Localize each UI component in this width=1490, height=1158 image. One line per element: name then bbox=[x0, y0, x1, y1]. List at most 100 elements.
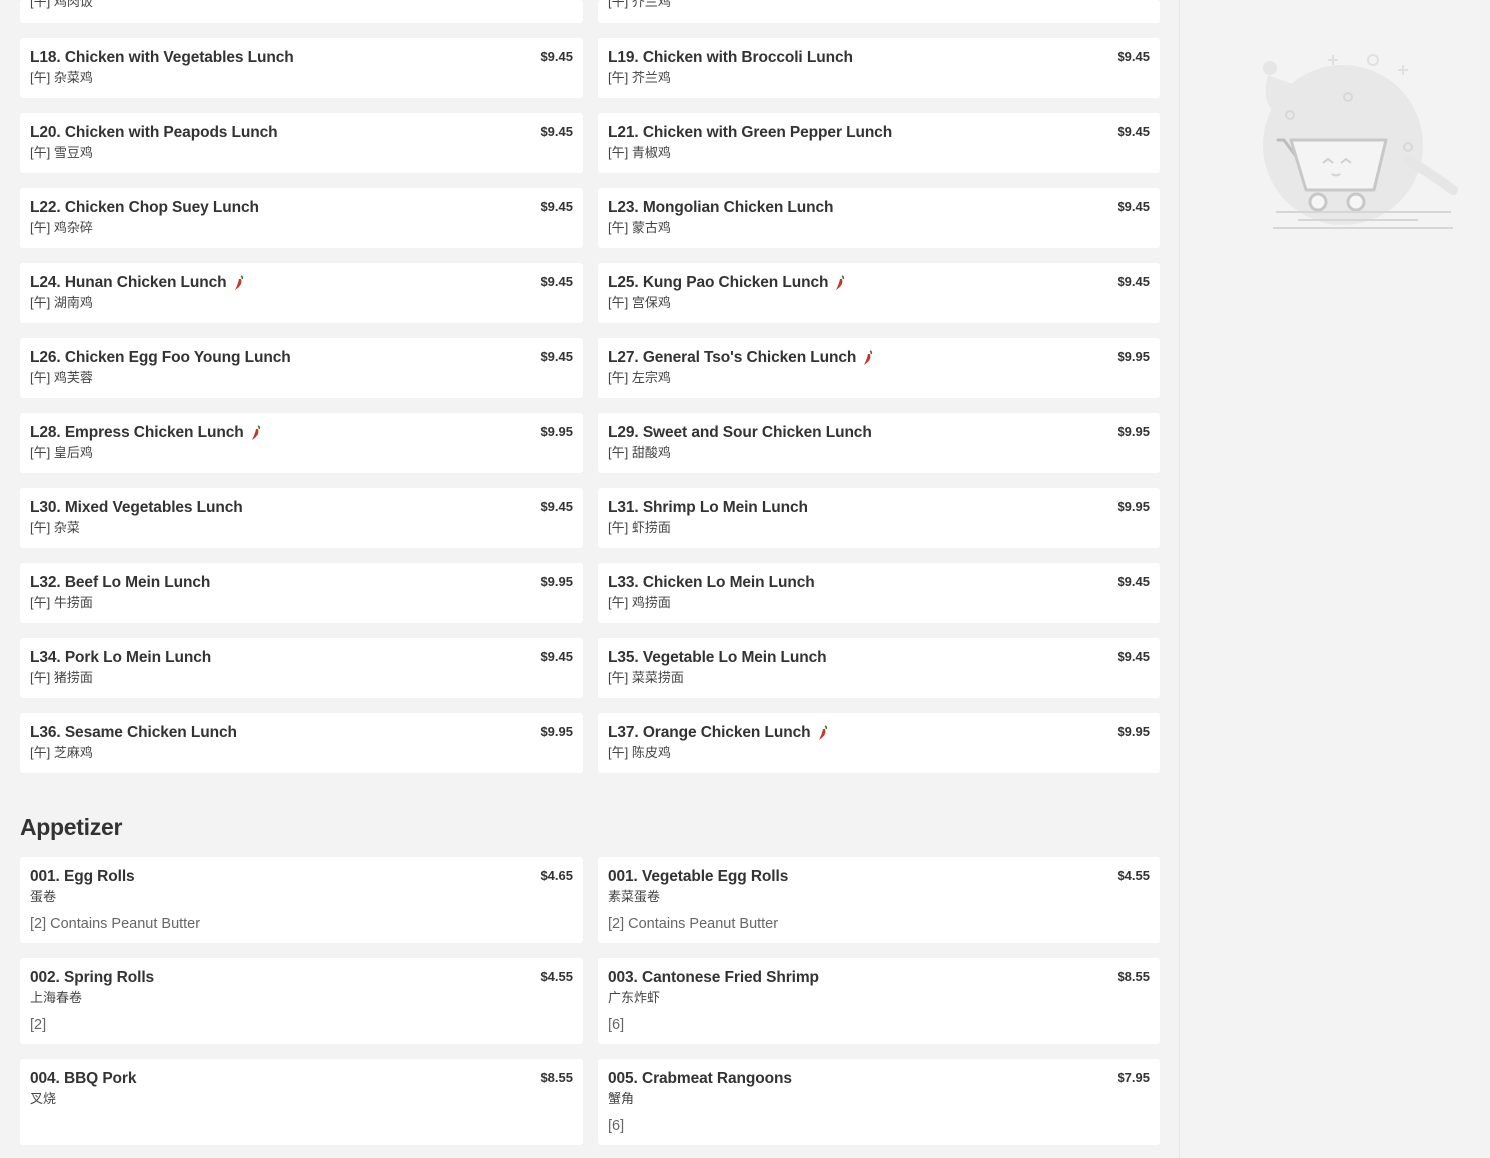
menu-item-card[interactable]: 001. Egg Rolls $4.65 蛋卷 [2] Contains Peanut… bbox=[20, 857, 583, 943]
menu-item-card-partial[interactable]: [午] 鸡肉饭 bbox=[20, 0, 583, 23]
item-header: L29. Sweet and Sour Chicken Lunch $9.95 bbox=[608, 423, 1150, 442]
item-price: $9.95 bbox=[540, 724, 573, 739]
menu-item-card[interactable]: L35. Vegetable Lo Mein Lunch $9.45 [午] 菜菜捞… bbox=[598, 638, 1160, 698]
menu-item-card[interactable]: L28. Empress Chicken Lunch $9.95 [午] 皇后鸡 bbox=[20, 413, 583, 473]
item-chinese-name: [午] 蒙古鸡 bbox=[608, 220, 671, 235]
menu-item-card[interactable]: L33. Chicken Lo Mein Lunch $9.45 [午] 鸡捞面 bbox=[598, 563, 1160, 623]
item-name-wrap: L27. General Tso's Chicken Lunch bbox=[608, 348, 874, 367]
item-price: $9.45 bbox=[1117, 124, 1150, 139]
item-price: $9.95 bbox=[540, 574, 573, 589]
item-chinese-name: [午] 鸡捞面 bbox=[608, 595, 671, 610]
item-name: 001. Egg Rolls bbox=[30, 868, 135, 885]
menu-item-card-partial[interactable]: [午] 芥兰鸡 bbox=[598, 0, 1160, 23]
section-title-appetizer: Appetizer bbox=[20, 814, 123, 840]
menu-item-card[interactable]: 005. Crabmeat Rangoons $7.95 蟹角 [6] bbox=[598, 1059, 1160, 1145]
menu-item-card[interactable]: 004. BBQ Pork $8.55 叉烧 bbox=[20, 1059, 583, 1145]
menu-item-card[interactable]: L31. Shrimp Lo Mein Lunch $9.95 [午] 虾捞面 bbox=[598, 488, 1160, 548]
chili-pepper-icon bbox=[818, 724, 827, 740]
menu-item-card[interactable]: L18. Chicken with Vegetables Lunch $9.45 [… bbox=[20, 38, 583, 98]
item-chinese-name: [午] 皇后鸡 bbox=[30, 445, 93, 460]
item-price: $9.95 bbox=[1117, 424, 1150, 439]
item-header: L31. Shrimp Lo Mein Lunch $9.95 bbox=[608, 498, 1150, 517]
item-name-wrap: L23. Mongolian Chicken Lunch bbox=[608, 198, 834, 217]
item-note: [2] bbox=[30, 1017, 47, 1033]
item-chinese-name: [午] 左宗鸡 bbox=[608, 370, 671, 385]
item-price: $9.45 bbox=[1117, 649, 1150, 664]
item-header: 003. Cantonese Fried Shrimp $8.55 bbox=[608, 968, 1150, 987]
item-header: L33. Chicken Lo Mein Lunch $9.45 bbox=[608, 573, 1150, 592]
item-name-wrap: 001. Egg Rolls bbox=[30, 867, 135, 886]
item-header: L27. General Tso's Chicken Lunch $9.95 bbox=[608, 348, 1150, 367]
item-name: L26. Chicken Egg Foo Young Lunch bbox=[30, 349, 291, 366]
item-header: L28. Empress Chicken Lunch $9.95 bbox=[30, 423, 573, 442]
item-name: L21. Chicken with Green Pepper Lunch bbox=[608, 124, 893, 141]
menu-item-card[interactable]: L30. Mixed Vegetables Lunch $9.45 [午] 杂菜 bbox=[20, 488, 583, 548]
item-name-wrap: 003. Cantonese Fried Shrimp bbox=[608, 968, 819, 987]
menu-item-card[interactable]: L27. General Tso's Chicken Lunch $9.95 [午]… bbox=[598, 338, 1160, 398]
item-header: L26. Chicken Egg Foo Young Lunch $9.45 bbox=[30, 348, 573, 367]
item-name-wrap: L22. Chicken Chop Suey Lunch bbox=[30, 198, 259, 217]
lunch-items-grid: L18. Chicken with Vegetables Lunch $9.45 [… bbox=[20, 38, 1160, 773]
item-name-wrap: L29. Sweet and Sour Chicken Lunch bbox=[608, 423, 872, 442]
item-header: L30. Mixed Vegetables Lunch $9.45 bbox=[30, 498, 573, 517]
item-name: L31. Shrimp Lo Mein Lunch bbox=[608, 499, 808, 516]
item-price: $4.55 bbox=[1117, 868, 1150, 883]
menu-item-card[interactable]: L22. Chicken Chop Suey Lunch $9.45 [午] 鸡杂碎 bbox=[20, 188, 583, 248]
item-header: 005. Crabmeat Rangoons $7.95 bbox=[608, 1069, 1150, 1088]
item-header: L18. Chicken with Vegetables Lunch $9.45 bbox=[30, 48, 573, 67]
menu-item-card[interactable]: L20. Chicken with Peapods Lunch $9.45 [午] … bbox=[20, 113, 583, 173]
item-chinese-name: 叉烧 bbox=[30, 1091, 57, 1106]
item-chinese-name: [午] 鸡芙蓉 bbox=[30, 370, 93, 385]
item-header: L22. Chicken Chop Suey Lunch $9.45 bbox=[30, 198, 573, 217]
item-name-wrap: L37. Orange Chicken Lunch bbox=[608, 723, 829, 742]
menu-item-card[interactable]: L36. Sesame Chicken Lunch $9.95 [午] 芝麻鸡 bbox=[20, 713, 583, 773]
item-name: L23. Mongolian Chicken Lunch bbox=[608, 199, 834, 216]
item-chinese-name: 素菜蛋卷 bbox=[608, 889, 661, 904]
item-price: $9.45 bbox=[540, 274, 573, 289]
menu-item-card[interactable]: L23. Mongolian Chicken Lunch $9.45 [午] 蒙古鸡 bbox=[598, 188, 1160, 248]
chili-pepper-icon bbox=[864, 349, 873, 365]
menu-item-card[interactable]: L19. Chicken with Broccoli Lunch $9.45 [午]… bbox=[598, 38, 1160, 98]
menu-item-card[interactable]: L34. Pork Lo Mein Lunch $9.45 [午] 猪捞面 bbox=[20, 638, 583, 698]
item-name-wrap: L36. Sesame Chicken Lunch bbox=[30, 723, 237, 742]
menu-item-card[interactable]: L24. Hunan Chicken Lunch $9.45 [午] 湖南鸡 bbox=[20, 263, 583, 323]
item-price: $9.95 bbox=[1117, 499, 1150, 514]
item-chinese-name: [午] 陈皮鸡 bbox=[608, 745, 671, 760]
item-chinese-name: [午] 杂菜 bbox=[30, 520, 80, 535]
chili-pepper-icon bbox=[251, 424, 260, 440]
item-header: L35. Vegetable Lo Mein Lunch $9.45 bbox=[608, 648, 1150, 667]
menu-item-card[interactable]: 001. Vegetable Egg Rolls $4.55 素菜蛋卷 [2] Con… bbox=[598, 857, 1160, 943]
item-name: L24. Hunan Chicken Lunch bbox=[30, 274, 227, 291]
item-name: 002. Spring Rolls bbox=[30, 969, 155, 986]
menu-item-card[interactable]: L37. Orange Chicken Lunch $9.95 [午] 陈皮鸡 bbox=[598, 713, 1160, 773]
menu-item-card[interactable]: L21. Chicken with Green Pepper Lunch $9.4… bbox=[598, 113, 1160, 173]
appetizer-items-grid: 001. Egg Rolls $4.65 蛋卷 [2] Contains Peanut… bbox=[20, 857, 1160, 1145]
menu-item-card[interactable]: L26. Chicken Egg Foo Young Lunch $9.45 [午]… bbox=[20, 338, 583, 398]
menu-item-card[interactable]: L32. Beef Lo Mein Lunch $9.95 [午] 牛捞面 bbox=[20, 563, 583, 623]
item-price: $8.55 bbox=[540, 1070, 573, 1085]
item-price: $8.55 bbox=[1117, 969, 1150, 984]
menu-item-card[interactable]: 002. Spring Rolls $4.55 上海春卷 [2] bbox=[20, 958, 583, 1044]
menu-item-card[interactable]: 003. Cantonese Fried Shrimp $8.55 广东炸虾 [6] bbox=[598, 958, 1160, 1044]
item-chinese-name: [午] 杂菜鸡 bbox=[30, 70, 93, 85]
item-name-wrap: L33. Chicken Lo Mein Lunch bbox=[608, 573, 815, 592]
item-name: L29. Sweet and Sour Chicken Lunch bbox=[608, 424, 872, 441]
item-chinese-name: [午] 虾捞面 bbox=[608, 520, 671, 535]
item-price: $9.45 bbox=[540, 349, 573, 364]
item-name-wrap: L19. Chicken with Broccoli Lunch bbox=[608, 48, 853, 67]
menu-item-card[interactable]: L25. Kung Pao Chicken Lunch $9.45 [午] 宫保鸡 bbox=[598, 263, 1160, 323]
item-header: L37. Orange Chicken Lunch $9.95 bbox=[608, 723, 1150, 742]
menu-item-card[interactable]: L29. Sweet and Sour Chicken Lunch $9.95 [午… bbox=[598, 413, 1160, 473]
item-name-wrap: L25. Kung Pao Chicken Lunch bbox=[608, 273, 846, 292]
item-price: $9.95 bbox=[540, 424, 573, 439]
item-name-wrap: 004. BBQ Pork bbox=[30, 1069, 136, 1088]
item-header: L24. Hunan Chicken Lunch $9.45 bbox=[30, 273, 573, 292]
item-header: L25. Kung Pao Chicken Lunch $9.45 bbox=[608, 273, 1150, 292]
item-chinese-name: [午] 鸡杂碎 bbox=[30, 220, 93, 235]
item-header: L19. Chicken with Broccoli Lunch $9.45 bbox=[608, 48, 1150, 67]
item-name: L32. Beef Lo Mein Lunch bbox=[30, 574, 211, 591]
item-chinese-name: [午] 湖南鸡 bbox=[30, 295, 93, 310]
item-name: L22. Chicken Chop Suey Lunch bbox=[30, 199, 259, 216]
item-price: $9.45 bbox=[540, 199, 573, 214]
item-chinese-name: [午] 鸡肉饭 bbox=[30, 0, 93, 9]
